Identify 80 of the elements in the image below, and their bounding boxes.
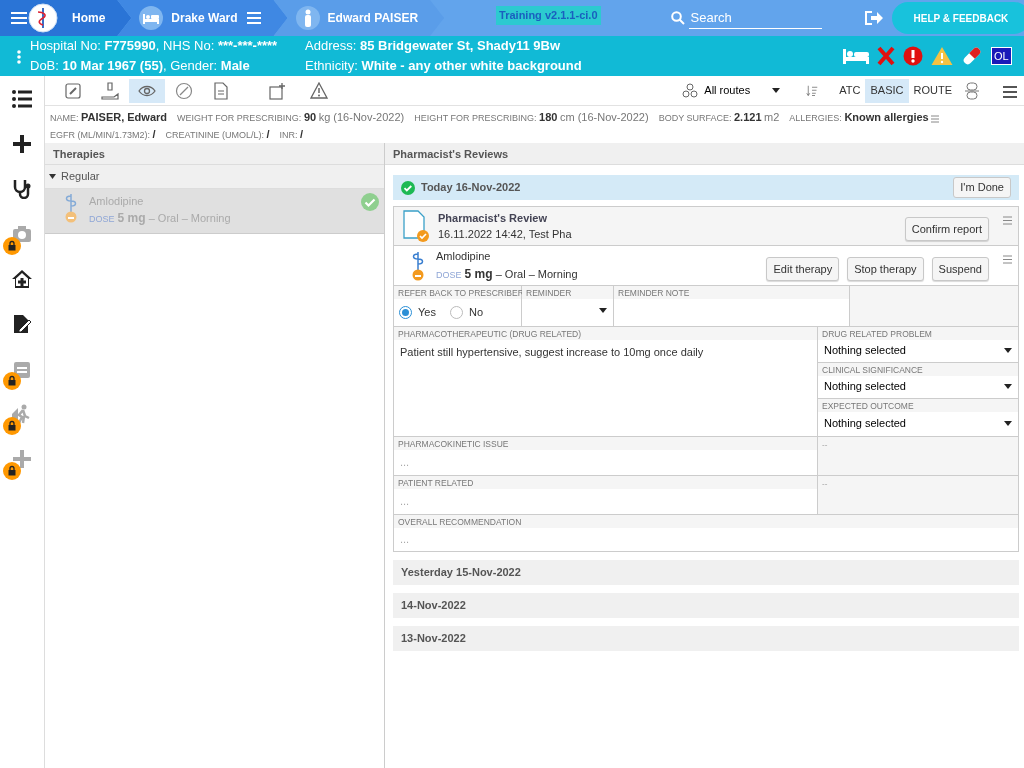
panel-header: Pharmacist's Reviews (385, 143, 1024, 165)
caret-icon (1004, 420, 1012, 426)
view-tab[interactable]: BASIC (865, 78, 909, 103)
document-edit-icon (12, 313, 32, 334)
breadcrumb-link[interactable]: Drake Ward (117, 0, 288, 36)
logout-icon (863, 9, 884, 28)
drug-name: Amlodipine (436, 249, 492, 265)
logo-icon (28, 3, 58, 33)
therapy-action-button[interactable]: Suspend (931, 256, 989, 281)
day-header[interactable]: 13-Nov-2022 (393, 625, 1019, 651)
view-tab[interactable]: ATC (834, 78, 866, 103)
document-plus-icon (268, 81, 286, 100)
alert-badge: OL (991, 47, 1012, 65)
caret-icon (49, 172, 56, 180)
done-button[interactable]: I'm Done (953, 177, 1011, 198)
radio-option[interactable]: Yes (399, 304, 436, 321)
camera-icon (12, 223, 32, 244)
stethoscope-icon (12, 178, 32, 199)
routes-dropdown[interactable]: All routes (676, 81, 787, 100)
day-header[interactable]: 14-Nov-2022 (393, 592, 1019, 618)
cross-icon (877, 46, 895, 66)
review-meta: 16.11.2022 14:42, Test Pha (438, 227, 573, 242)
field-label: REFER BACK TO PRESCRIBER (394, 286, 521, 299)
caret-icon (1004, 348, 1012, 353)
patient-detail: Address: 85 Bridgewater St, Shady11 9Bw (305, 37, 562, 55)
alert-icon (903, 46, 923, 66)
radio-icon[interactable] (449, 305, 463, 319)
day-title: Today 16-Nov-2022 (421, 180, 522, 196)
review-title: Pharmacist's Review (438, 210, 548, 226)
search-field[interactable]: Search (688, 6, 822, 30)
menu-icon (245, 9, 262, 27)
note-icon (64, 81, 82, 100)
patient-info-field: BODY SURFACE: 2.121 m2 (658, 109, 780, 126)
house-icon (12, 268, 32, 289)
patient-detail: Hospital No: F775990, NHS No: ***-***-**** (30, 37, 279, 55)
caret-icon (1004, 384, 1012, 389)
bed-icon (843, 48, 869, 64)
field-label: REMINDER NOTE (614, 286, 849, 299)
plus-icon (12, 133, 32, 154)
toolbar-button[interactable] (129, 78, 165, 103)
radio-icon[interactable] (399, 305, 412, 319)
radio-option[interactable]: No (449, 304, 483, 321)
patient-info-field: WEIGHT FOR PRESCRIBING: 90 kg (16-Nov-2022) (177, 109, 405, 126)
field-label: REMINDER (522, 286, 613, 299)
more-icon (16, 48, 22, 65)
caret-icon (772, 88, 781, 93)
confirm-button[interactable]: Confirm report (904, 216, 989, 241)
document-check-icon (400, 210, 430, 242)
bed-icon (143, 12, 160, 24)
warning-icon (310, 81, 328, 100)
patient-detail: DoB: 10 Mar 1967 (55), Gender: Male (30, 57, 251, 75)
list-icon (12, 88, 32, 109)
menu-button[interactable] (0, 0, 28, 36)
version-label: Training v2.1.1-ci.0 (496, 6, 601, 25)
patient-detail: Ethnicity: White - any other white background (305, 57, 583, 75)
menu-icon (931, 114, 940, 123)
warning-icon (931, 46, 953, 66)
therapy-action-button[interactable]: Edit therapy (766, 256, 840, 281)
logout-button[interactable] (863, 8, 884, 28)
patient-info-field: NAME: PAISER, Edward (50, 109, 167, 126)
menu-icon (1003, 254, 1012, 264)
patient-info-field: CREATININE (UMOL/L): / (165, 126, 270, 143)
patient-info-field: HEIGHT FOR PRESCRIBING: 180 cm (16-Nov-2022) (414, 109, 649, 126)
empty-value: -- (822, 478, 828, 488)
routes-icon (682, 82, 699, 99)
patient-info-field: INR: / (279, 126, 304, 143)
view-tab[interactable]: ROUTE (908, 78, 957, 103)
dose-text: DOSE 5 mg – Oral – Morning (436, 265, 579, 283)
panel-header: Therapies (45, 143, 384, 165)
document-icon (212, 81, 230, 100)
patient-info-field: ALLERGIES: Known allergies (789, 109, 940, 126)
caret-icon (599, 308, 607, 313)
menu-icon (1003, 216, 1012, 226)
day-header[interactable]: Yesterday 15-Nov-2022 (393, 559, 1019, 585)
group-toggle[interactable]: Regular (49, 168, 100, 185)
therapy-action-button[interactable]: Stop therapy (847, 256, 924, 281)
patient-info-field: EGFR (ML/MIN/1.73M2): / (50, 126, 156, 143)
search-icon (670, 11, 685, 25)
person-icon (302, 9, 313, 27)
empty-value: -- (822, 439, 828, 449)
